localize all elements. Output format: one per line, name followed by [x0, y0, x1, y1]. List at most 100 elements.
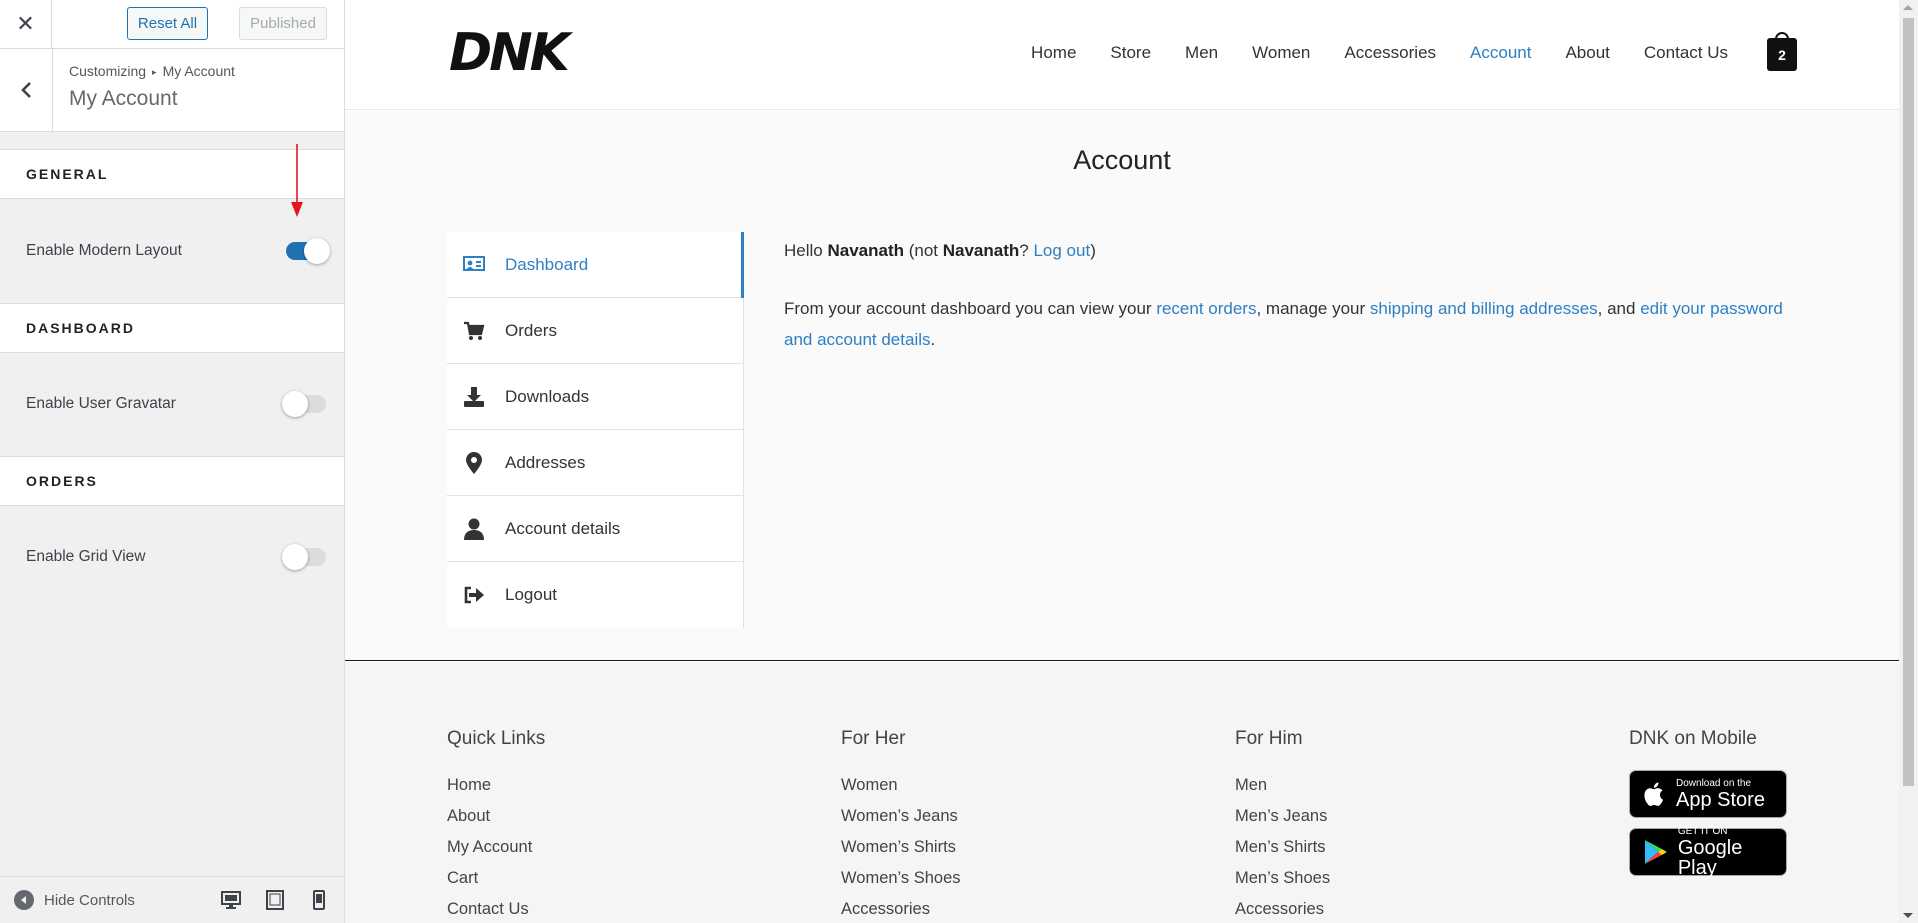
account-nav-logout[interactable]: Logout — [447, 562, 743, 628]
site-footer: Quick Links Home About My Account Cart C… — [345, 662, 1899, 923]
preview-scrollbar[interactable] — [1899, 0, 1918, 923]
published-button[interactable]: Published — [239, 7, 327, 40]
footer-link-women[interactable]: Women — [841, 770, 961, 801]
nav-account[interactable]: Account — [1470, 43, 1531, 63]
tablet-icon[interactable] — [264, 889, 286, 911]
footer-link-my-account[interactable]: My Account — [447, 832, 545, 863]
hide-controls-label: Hide Controls — [44, 891, 135, 909]
setting-user-gravatar: Enable User Gravatar — [26, 391, 326, 417]
panel-title: My Account — [69, 87, 178, 110]
footer-link-mens-shoes[interactable]: Men’s Shoes — [1235, 863, 1330, 894]
footer-link-accessories-men[interactable]: Accessories — [1235, 894, 1330, 923]
desktop-icon[interactable] — [220, 889, 242, 911]
intro-text-2: , manage your — [1256, 299, 1370, 318]
nav-store[interactable]: Store — [1110, 43, 1151, 63]
google-play-big-text: Google Play — [1677, 836, 1743, 879]
annotation-arrow-icon — [291, 144, 303, 217]
back-button[interactable] — [0, 49, 53, 131]
footer-link-cart[interactable]: Cart — [447, 863, 545, 894]
section-dashboard: DASHBOARD — [0, 303, 344, 353]
footer-link-men[interactable]: Men — [1235, 770, 1330, 801]
reset-all-button[interactable]: Reset All — [127, 7, 208, 40]
addresses-link[interactable]: shipping and billing addresses — [1370, 299, 1598, 318]
google-play-badge[interactable]: GET IT ON Google Play — [1629, 825, 1787, 879]
footer-heading: Quick Links — [447, 728, 546, 749]
apple-icon — [1644, 782, 1663, 806]
account-nav-downloads[interactable]: Downloads — [447, 364, 743, 430]
site-header: DNK Home Store Men Women Accessories Acc… — [345, 0, 1899, 110]
dashboard-icon — [461, 252, 487, 278]
nav-women[interactable]: Women — [1252, 43, 1310, 63]
account-navigation: Dashboard Orders Downloads Addresses Acc… — [447, 232, 744, 628]
google-play-small-text: GET IT ON — [1677, 825, 1728, 837]
toggle-knob — [304, 238, 330, 264]
customizer-sidebar: ✕ Reset All Published Customizing ▸ My Acc… — [0, 0, 345, 923]
download-icon — [461, 384, 487, 410]
footer-link-accessories[interactable]: Accessories — [841, 894, 961, 923]
nav-contact-us[interactable]: Contact Us — [1644, 43, 1728, 63]
footer-mobile: DNK on Mobile Download on the App Store G… — [1629, 728, 1787, 886]
footer-link-mens-jeans[interactable]: Men’s Jeans — [1235, 801, 1330, 832]
nav-men[interactable]: Men — [1185, 43, 1218, 63]
google-play-icon — [1644, 840, 1667, 864]
greeting-not: (not — [904, 241, 943, 260]
grid-view-toggle[interactable] — [282, 544, 326, 570]
account-nav-dashboard[interactable]: Dashboard — [447, 232, 744, 298]
setting-modern-layout: Enable Modern Layout — [26, 238, 330, 264]
footer-link-contact-us[interactable]: Contact Us — [447, 894, 545, 923]
recent-orders-link[interactable]: recent orders — [1156, 299, 1256, 318]
footer-link-womens-shoes[interactable]: Women’s Shoes — [841, 863, 961, 894]
main-navigation: Home Store Men Women Accessories Account… — [997, 43, 1728, 63]
account-nav-label: Addresses — [505, 452, 586, 472]
scroll-up-arrow-icon[interactable] — [1903, 5, 1913, 10]
logout-link[interactable]: Log out — [1033, 241, 1090, 260]
app-store-badge[interactable]: Download on the App Store — [1629, 770, 1787, 818]
close-customizer-button[interactable]: ✕ — [0, 0, 52, 48]
account-nav-addresses[interactable]: Addresses — [447, 430, 743, 496]
scroll-down-arrow-icon[interactable] — [1903, 913, 1913, 918]
greeting-close: ) — [1090, 241, 1096, 260]
nav-accessories[interactable]: Accessories — [1344, 43, 1436, 63]
account-nav-label: Orders — [505, 320, 557, 340]
page-title: Account — [1073, 145, 1171, 175]
greeting-username: Navanath — [827, 241, 904, 260]
footer-link-womens-shirts[interactable]: Women’s Shirts — [841, 832, 961, 863]
footer-link-about[interactable]: About — [447, 801, 545, 832]
cart-count: 2 — [1767, 38, 1797, 71]
nav-about[interactable]: About — [1565, 43, 1609, 63]
intro-text-4: . — [930, 330, 936, 349]
user-gravatar-toggle[interactable] — [282, 391, 326, 417]
modern-layout-toggle[interactable] — [286, 238, 330, 264]
chevron-left-icon — [21, 82, 31, 98]
mobile-icon[interactable] — [308, 889, 330, 911]
location-pin-icon — [461, 450, 487, 476]
footer-link-womens-jeans[interactable]: Women’s Jeans — [841, 801, 961, 832]
hide-controls-icon — [14, 890, 34, 910]
greeting-username-2: Navanath — [942, 241, 1020, 260]
scrollbar-thumb[interactable] — [1903, 18, 1914, 786]
sign-out-icon — [461, 582, 487, 608]
account-nav-label: Downloads — [505, 386, 590, 406]
app-store-big-text: App Store — [1676, 788, 1765, 811]
greeting-question: ? — [1019, 241, 1034, 260]
dnk-logo-icon: DNK — [449, 23, 577, 83]
footer-link-home[interactable]: Home — [447, 770, 545, 801]
footer-link-mens-shirts[interactable]: Men’s Shirts — [1235, 832, 1330, 863]
caret-right-icon: ▸ — [152, 66, 157, 77]
customizer-header-bar: ✕ Reset All Published — [0, 0, 344, 49]
account-nav-orders[interactable]: Orders — [447, 298, 743, 364]
footer-for-her: For Her Women Women’s Jeans Women’s Shir… — [841, 728, 961, 923]
app-store-small-text: Download on the — [1676, 777, 1752, 789]
footer-for-him: For Him Men Men’s Jeans Men’s Shirts Men… — [1235, 728, 1330, 923]
dashboard-content: Hello Navanath (not Navanath? Log out) F… — [784, 235, 1794, 355]
section-orders: ORDERS — [0, 456, 344, 506]
cart-button[interactable]: 2 — [1767, 32, 1797, 71]
nav-home[interactable]: Home — [1031, 43, 1076, 63]
account-nav-account-details[interactable]: Account details — [447, 496, 743, 562]
account-nav-label: Logout — [505, 585, 557, 604]
customizer-footer: Hide Controls — [0, 876, 344, 923]
hide-controls-button[interactable]: Hide Controls — [14, 890, 135, 910]
toggle-knob — [282, 391, 308, 417]
cart-icon — [461, 318, 487, 344]
site-logo[interactable]: DNK — [447, 23, 577, 85]
